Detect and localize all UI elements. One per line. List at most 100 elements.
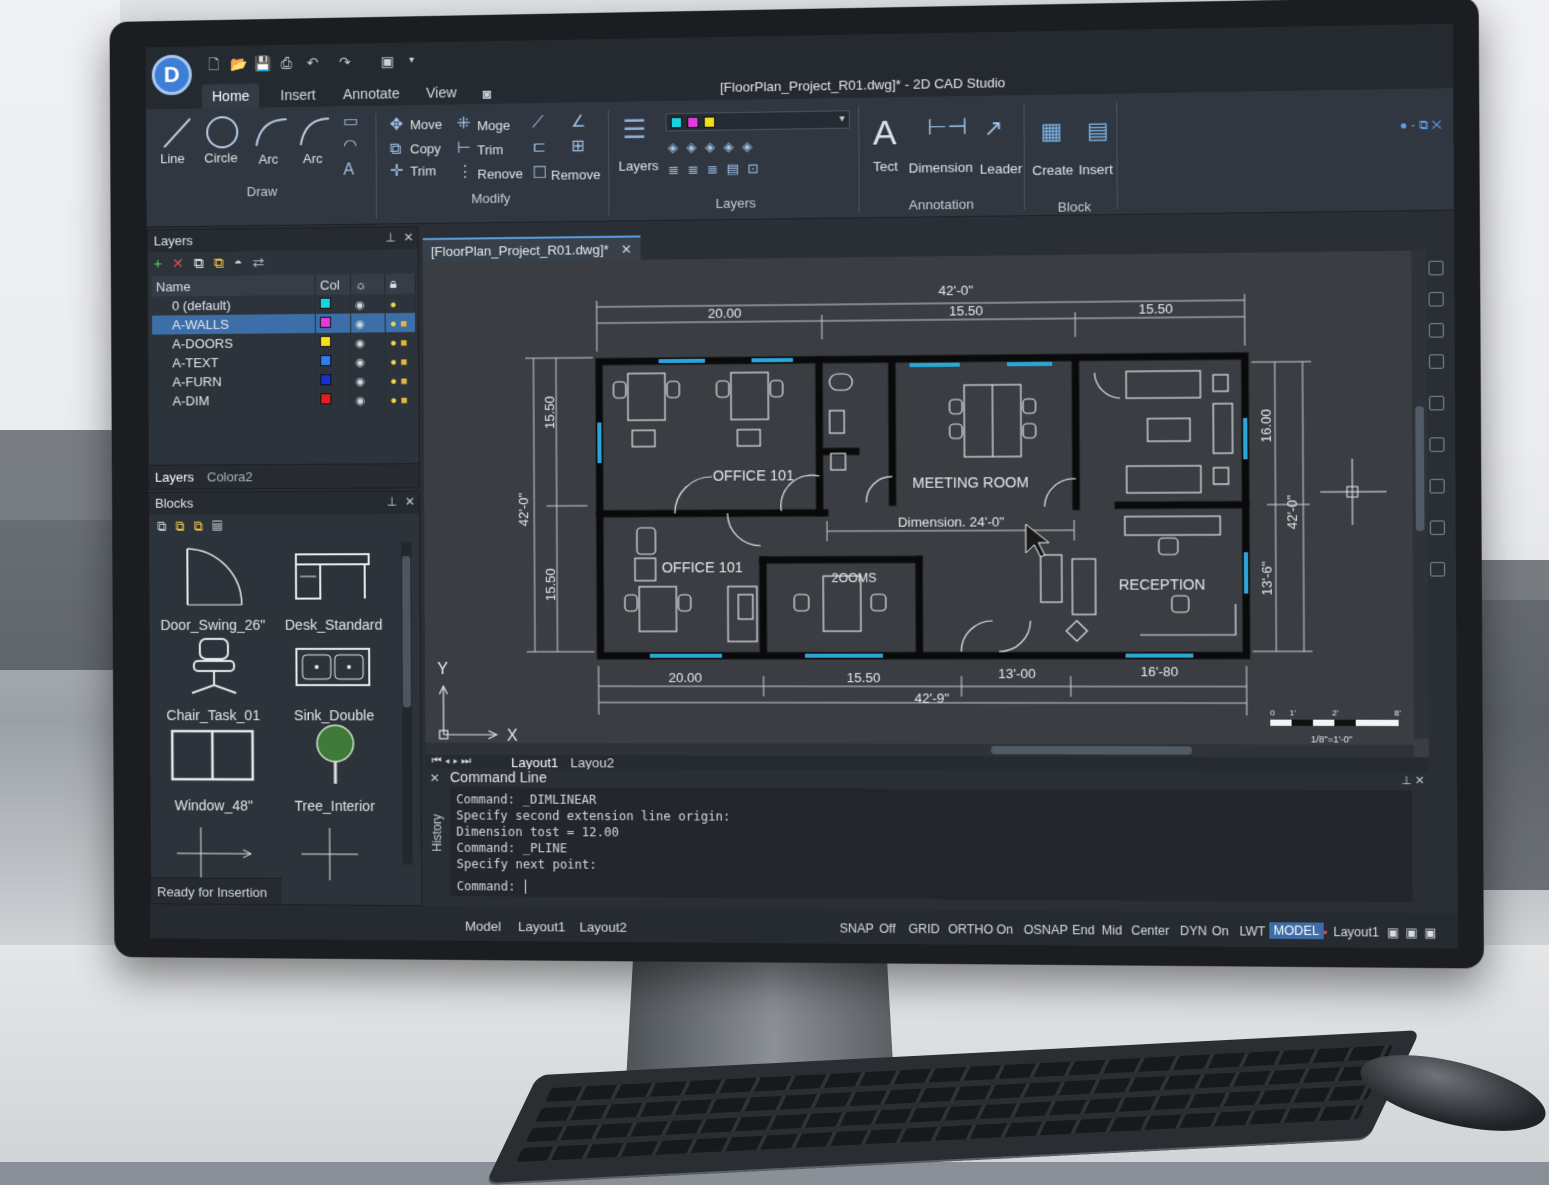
lock-icon[interactable]: ■ [401,375,408,387]
status-tab-layout2[interactable]: Layout2 [579,919,627,935]
layer-state-icon[interactable]: ⧉ [214,255,234,271]
block-desk-standard[interactable]: Desk_Standard [274,544,394,633]
pin-icon[interactable]: ⊥ [385,230,396,244]
circle-tool[interactable]: Circle [204,150,237,166]
osnap-end[interactable]: End [1072,923,1095,938]
tab-layers[interactable]: Layers [155,470,194,485]
name-column-header[interactable]: Name [152,275,316,297]
view-icon[interactable] [1430,520,1445,535]
tool-palette-icon[interactable] [1430,562,1445,577]
text-a-icon[interactable]: A [343,162,354,178]
remove-dash-icon[interactable]: ⋮ [457,165,473,181]
canvas-vertical-scrollbar[interactable] [1411,251,1429,739]
tab-home[interactable]: Home [202,83,260,108]
hatch-icon[interactable] [1430,479,1445,494]
copy-tool[interactable]: Copy [410,141,441,157]
layer-row[interactable]: A-FURN◉● ■ [152,370,416,391]
angle-icon[interactable]: ∠ [571,114,586,130]
move-icon[interactable]: ✥ [390,117,404,133]
print-icon[interactable]: ⎙ [278,55,294,71]
command-close-icon[interactable]: ✕ [430,771,440,785]
visibility-eye-icon[interactable]: ◉ [351,351,386,370]
layer-row[interactable]: A-WALLS◉● ■ [152,313,416,335]
model-space-toggle[interactable]: MODEL [1269,922,1323,939]
tab-close-icon[interactable]: ✕ [621,242,632,257]
layer-row[interactable]: A-TEXT◉● ■ [152,351,416,372]
scrollbar-thumb[interactable] [991,746,1192,755]
orbit-icon[interactable] [1429,323,1444,338]
text-tool-icon[interactable]: A [873,116,897,151]
scrollbar-thumb[interactable] [1415,406,1424,531]
ortho-toggle[interactable]: ORTHO [948,922,993,937]
layer-tools-row1-icon[interactable]: ◈◈◈◈◈ [668,138,761,156]
layer-color-swatch[interactable] [316,294,351,313]
copy-layer-icon[interactable]: ⧉ [194,255,214,271]
bulb-icon[interactable]: ● ■ [385,351,415,370]
open-folder-icon[interactable]: 📂 [230,56,246,72]
visibility-eye-icon[interactable]: ◉ [350,313,385,332]
tab-model[interactable]: Model [465,919,501,934]
arc-tool-2[interactable]: Arc [303,151,323,166]
panel-close-icon[interactable]: ✕ [403,230,413,244]
layer-color-swatch[interactable] [316,371,351,390]
layer-color-swatch[interactable] [316,390,351,409]
move-tool[interactable]: Move [410,117,442,133]
bulb-icon[interactable]: ● ■ [386,390,416,409]
array-icon[interactable]: ⊞ [571,139,585,155]
block-library-icon[interactable]: ⧉ [175,519,193,534]
layers-stack-icon[interactable]: ☰ [622,116,646,143]
insert-block-icon[interactable]: ▤ [1087,123,1109,140]
block-tree-interior[interactable]: Tree_Interior [275,725,395,814]
line-tool[interactable]: Line [160,151,185,166]
merge-tool[interactable]: Moge [477,118,510,134]
plot-icon[interactable]: ▣ [379,53,395,69]
fillet-icon[interactable]: ⟋ [532,115,544,131]
dimension-icon[interactable]: ⊢⊣ [927,119,967,136]
tab-colors[interactable]: Colora2 [207,469,253,484]
layer-row[interactable]: A-DIM◉● ■ [152,390,416,411]
layers-button[interactable]: Layers [618,158,658,174]
tab-insert[interactable]: Insert [270,82,326,107]
layout-nav-icons[interactable]: ⏮ ◂ ▸ ⏭ [432,755,472,768]
app-logo-button[interactable]: D [152,55,192,96]
layers-toggle-icon[interactable] [1429,437,1444,452]
delete-layer-icon[interactable]: ✕ [172,255,194,271]
ellipse-icon[interactable]: ◠ [343,138,357,154]
trim-tool[interactable]: Trim [477,142,503,158]
remove-icon[interactable]: ☐ [532,166,547,182]
undo-icon[interactable]: ↶ [304,54,320,70]
leader-tool[interactable]: Leader [980,161,1023,177]
merge-icon[interactable]: ⁜ [457,116,471,132]
text-tool[interactable]: Tect [873,159,898,175]
status-layout-label[interactable]: Layout1 [1333,925,1379,940]
zoom-icon[interactable] [1429,292,1444,307]
layer-row[interactable]: A-DOORS◉● ■ [152,332,416,354]
bulb-icon[interactable]: ● ■ [385,313,415,332]
dimension-tool[interactable]: Dimension [908,160,972,176]
merge-layer-icon[interactable]: ◓ [234,254,253,270]
quick-access-dropdown-icon[interactable]: ▾ [403,53,419,69]
osnap-toggle[interactable]: OSNAP [1024,923,1068,938]
status-tray-icons[interactable]: ▣▣▣ [1387,925,1443,940]
tab-layout2[interactable]: Layou2 [570,755,614,770]
help-icon[interactable]: ● ‑ ⧉ ✕ [1400,117,1442,133]
snap-toggle[interactable]: SNAP [840,921,874,936]
bulb-icon[interactable]: ● [385,294,415,313]
drawing-canvas[interactable]: 42'-0" 20.00 15.50 15.50 20.00 15.50 13'… [423,251,1429,758]
visibility-eye-icon[interactable]: ◉ [351,332,386,351]
new-file-icon[interactable]: 🗋 [206,56,222,72]
arc-tool[interactable]: Arc [259,151,279,166]
lock-icon[interactable]: ■ [401,395,408,407]
add-layer-icon[interactable]: + [154,255,172,271]
block-chair-task[interactable]: Chair_Task_01 [154,635,273,723]
tab-layout1[interactable]: Layout1 [511,755,558,770]
freeze-column-icon[interactable]: ☼ [350,274,385,295]
block-edit-icon[interactable]: ▤ [212,518,231,533]
lock-icon[interactable]: ■ [400,337,407,349]
block-window[interactable]: Window_48" [154,725,273,814]
lock-column-icon[interactable]: 🔒︎ [385,274,415,295]
layer-color-swatch[interactable] [316,333,351,352]
remove-tool[interactable]: Remove [551,167,601,183]
block-sink-double[interactable]: Sink_Double [274,635,394,724]
rectangle-icon[interactable]: ▭ [343,114,358,130]
